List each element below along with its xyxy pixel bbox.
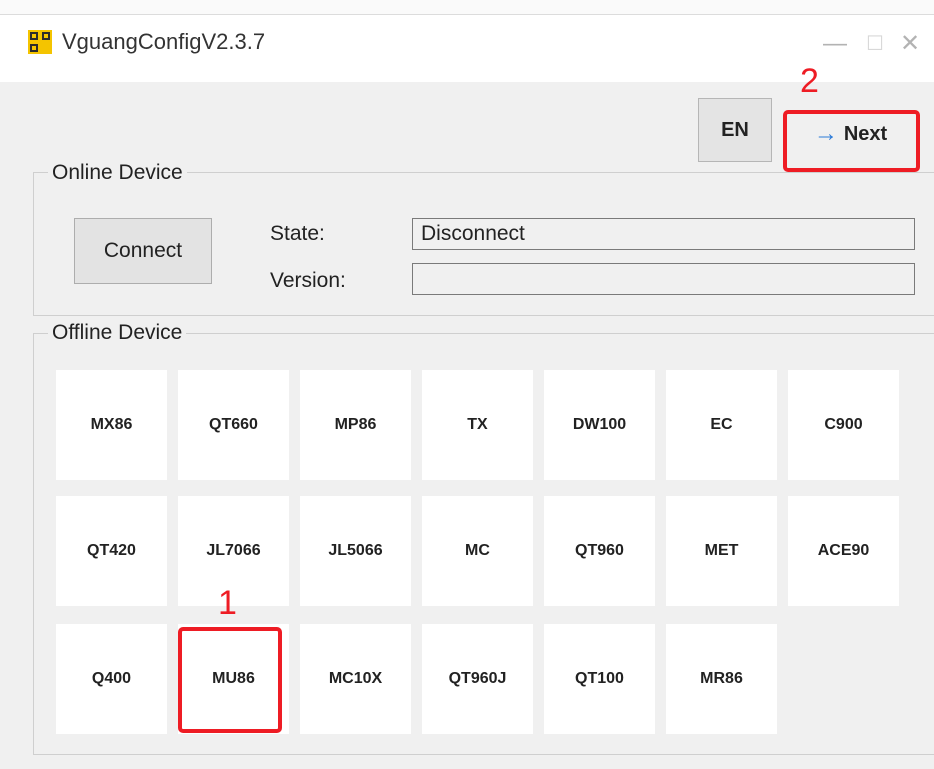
annotation-box-mu86 [178,627,282,733]
state-field: Disconnect [412,218,915,250]
device-button-qt420[interactable]: QT420 [56,496,167,606]
version-label: Version: [270,269,346,292]
device-button-met[interactable]: MET [666,496,777,606]
annotation-number-2: 2 [800,62,819,100]
close-button[interactable]: ✕ [890,26,930,62]
annotation-number-1: 1 [218,584,237,622]
app-qr-icon [28,30,52,54]
title-bar: VguangConfigV2.3.7 — ☐ ✕ [0,0,934,82]
device-button-mc10x[interactable]: MC10X [300,624,411,734]
device-button-ace90[interactable]: ACE90 [788,496,899,606]
maximize-button[interactable]: ☐ [855,26,895,62]
offline-device-title: Offline Device [48,321,187,345]
online-device-title: Online Device [48,161,187,185]
device-button-ec[interactable]: EC [666,370,777,480]
device-button-tx[interactable]: TX [422,370,533,480]
device-button-mc[interactable]: MC [422,496,533,606]
connect-button[interactable]: Connect [74,218,212,284]
device-button-c900[interactable]: C900 [788,370,899,480]
device-button-mr86[interactable]: MR86 [666,624,777,734]
background-window-strip [0,0,934,15]
device-button-qt960j[interactable]: QT960J [422,624,533,734]
device-button-q400[interactable]: Q400 [56,624,167,734]
device-button-jl5066[interactable]: JL5066 [300,496,411,606]
device-button-qt660[interactable]: QT660 [178,370,289,480]
state-label: State: [270,222,325,245]
language-button[interactable]: EN [698,98,772,162]
window-title: VguangConfigV2.3.7 [62,29,266,54]
version-field [412,263,915,295]
device-button-qt100[interactable]: QT100 [544,624,655,734]
device-button-mx86[interactable]: MX86 [56,370,167,480]
minimize-button[interactable]: — [815,26,855,62]
device-button-mp86[interactable]: MP86 [300,370,411,480]
device-button-dw100[interactable]: DW100 [544,370,655,480]
device-button-qt960[interactable]: QT960 [544,496,655,606]
annotation-box-next [783,110,920,172]
